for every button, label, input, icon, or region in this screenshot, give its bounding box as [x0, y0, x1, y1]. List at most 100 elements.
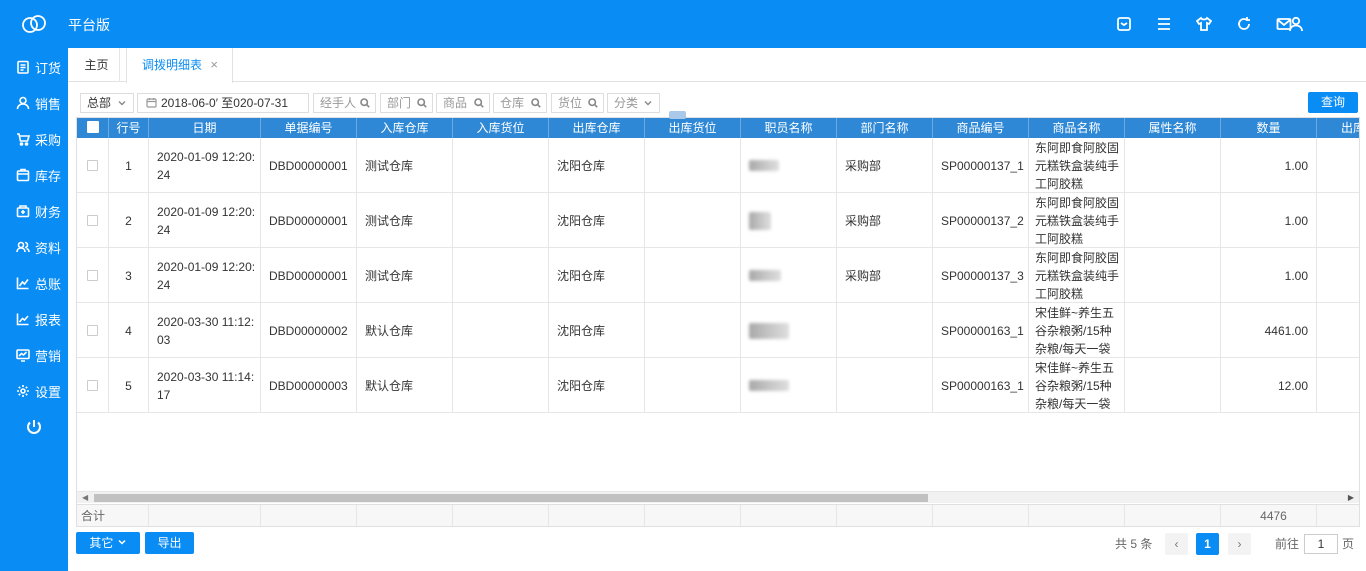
user-icon[interactable]	[1288, 14, 1304, 34]
row-select-cell	[77, 303, 109, 358]
page-number-current[interactable]: 1	[1196, 533, 1219, 555]
col-header-product-name[interactable]: 商品名称	[1029, 118, 1125, 138]
goto-page-input[interactable]: 1	[1304, 534, 1338, 554]
col-header-in-warehouse[interactable]: 入库仓库	[357, 118, 453, 138]
col-header-doc[interactable]: 单据编号	[261, 118, 357, 138]
tab-transfer-detail[interactable]: 调拨明细表 ×	[126, 48, 233, 83]
col-header-in-location[interactable]: 入库货位	[453, 118, 549, 138]
col-header-out-warehouse[interactable]: 出库仓库	[549, 118, 645, 138]
refresh-icon[interactable]	[1224, 14, 1264, 34]
scrollbar-thumb[interactable]	[94, 494, 928, 502]
date-range-input[interactable]: 2018-06-0′ 至020-07-31	[137, 93, 309, 113]
person-icon	[16, 96, 30, 110]
date-range-value: 2018-06-0′ 至020-07-31	[161, 96, 289, 110]
product-name-line: 东阿即食阿胶固	[1035, 195, 1120, 210]
sidebar-item-label: 报表	[35, 312, 62, 328]
cell-product-name: 东阿即食阿胶固 元糕铁盒装纯手 工阿胶糕	[1029, 248, 1125, 303]
location-filter[interactable]: 货位	[551, 93, 604, 113]
close-icon[interactable]: ×	[210, 48, 218, 82]
sidebar-item-settings[interactable]: 设置	[0, 373, 68, 409]
power-button[interactable]	[0, 409, 68, 445]
warehouse-filter[interactable]: 仓库	[493, 93, 547, 113]
other-menu-button[interactable]: 其它	[76, 532, 140, 554]
category-select[interactable]: 分类	[607, 93, 660, 113]
product-filter[interactable]: 商品	[436, 93, 490, 113]
table-row[interactable]: 2 2020-01-09 12:20: 24 DBD00000001 测试仓库 沈阳仓库 采…	[77, 193, 1359, 248]
table-row[interactable]: 3 2020-01-09 12:20: 24 DBD00000001 测试仓库 沈阳仓库 采…	[77, 248, 1359, 303]
product-placeholder: 商品	[443, 96, 468, 110]
product-name-line: 谷杂粮粥/15种	[1035, 323, 1112, 338]
cell-out-loc	[645, 138, 741, 193]
cell-no: 2	[109, 193, 149, 248]
col-header-quantity[interactable]: 数量	[1221, 118, 1317, 138]
logo-icon	[20, 12, 48, 36]
cell-out-wh: 沈阳仓库	[549, 248, 645, 303]
sidebar-item-marketing[interactable]: 营销	[0, 337, 68, 373]
scope-select[interactable]: 总部	[80, 93, 134, 113]
query-button[interactable]: 查询	[1308, 92, 1358, 113]
col-header-out-more[interactable]: 出库	[1317, 118, 1359, 138]
page-suffix: 页	[1342, 537, 1355, 551]
row-select-cell	[77, 358, 109, 413]
col-header-out-location[interactable]: 出库货位	[645, 118, 741, 138]
sidebar-item-finance[interactable]: 财务	[0, 193, 68, 229]
box-icon[interactable]	[1104, 14, 1144, 34]
cell-in-wh: 测试仓库	[357, 248, 453, 303]
col-header-staff[interactable]: 职员名称	[741, 118, 837, 138]
calendar-icon	[146, 95, 157, 108]
select-all-checkbox[interactable]	[87, 121, 99, 133]
horizontal-scrollbar[interactable]: ◀ ▶	[77, 491, 1359, 503]
row-checkbox[interactable]	[87, 325, 98, 336]
product-name-line: 杂粮/每天一袋	[1035, 396, 1111, 411]
sidebar-item-purchase[interactable]: 采购	[0, 121, 68, 157]
prev-page-button[interactable]: ‹	[1165, 533, 1188, 555]
date-line: 24	[157, 222, 171, 237]
cell-product-name: 东阿即食阿胶固 元糕铁盒装纯手 工阿胶糕	[1029, 138, 1125, 193]
shirt-icon[interactable]	[1184, 14, 1224, 34]
search-icon	[474, 98, 484, 108]
table-row[interactable]: 5 2020-03-30 11:14: 17 DBD00000003 默认仓库 沈阳仓库 S…	[77, 358, 1359, 413]
table-header: 行号 日期 单据编号 入库仓库 入库货位 出库仓库 出库货位 职员名称 部门名称…	[77, 118, 1359, 138]
sidebar-item-inventory[interactable]: 库存	[0, 157, 68, 193]
row-checkbox[interactable]	[87, 380, 98, 391]
cell-in-loc	[453, 303, 549, 358]
handler-filter[interactable]: 经手人	[313, 93, 376, 113]
sidebar-item-ledger[interactable]: 总账	[0, 265, 68, 301]
next-page-button[interactable]: ›	[1228, 533, 1251, 555]
date-line: 2020-01-09 12:20:	[157, 204, 256, 219]
cell-qty: 4461.00	[1221, 303, 1317, 358]
row-select-cell	[77, 248, 109, 303]
tab-home[interactable]: 主页	[74, 48, 120, 82]
sidebar-item-sales[interactable]: 销售	[0, 85, 68, 121]
cell-no: 4	[109, 303, 149, 358]
row-checkbox[interactable]	[87, 270, 98, 281]
cell-in-loc	[453, 248, 549, 303]
cell-doc: DBD00000002	[261, 303, 357, 358]
scroll-right-icon[interactable]: ▶	[1348, 493, 1354, 502]
col-header-sku[interactable]: 商品编号	[933, 118, 1029, 138]
sidebar-item-label: 营销	[35, 348, 62, 364]
sidebar-item-report[interactable]: 报表	[0, 301, 68, 337]
sidebar-item-label: 财务	[35, 204, 62, 220]
sidebar-item-order[interactable]: 订货	[0, 49, 68, 85]
sidebar-item-data[interactable]: 资料	[0, 229, 68, 265]
filter-collapse-handle[interactable]	[669, 111, 686, 119]
row-checkbox[interactable]	[87, 215, 98, 226]
col-header-attribute[interactable]: 属性名称	[1125, 118, 1221, 138]
cell-qty: 1.00	[1221, 138, 1317, 193]
department-filter[interactable]: 部门	[380, 93, 433, 113]
product-name-line: 元糕铁盒装纯手	[1035, 158, 1120, 173]
col-header-department[interactable]: 部门名称	[837, 118, 933, 138]
cell-more	[1317, 193, 1359, 248]
export-button[interactable]: 导出	[145, 532, 194, 554]
cell-sku: SP00000137_2	[933, 193, 1029, 248]
col-header-date[interactable]: 日期	[149, 118, 261, 138]
col-header-rowno[interactable]: 行号	[109, 118, 149, 138]
table-row[interactable]: 4 2020-03-30 11:12: 03 DBD00000002 默认仓库 沈阳仓库 S…	[77, 303, 1359, 358]
scroll-left-icon[interactable]: ◀	[82, 493, 88, 502]
product-name-line: 宋佳鲜~养生五	[1035, 360, 1115, 375]
menu-icon[interactable]	[1144, 14, 1184, 34]
row-checkbox[interactable]	[87, 160, 98, 171]
table-row[interactable]: 1 2020-01-09 12:20: 24 DBD00000001 测试仓库 沈阳仓库 采…	[77, 138, 1359, 193]
cell-qty: 12.00	[1221, 358, 1317, 413]
